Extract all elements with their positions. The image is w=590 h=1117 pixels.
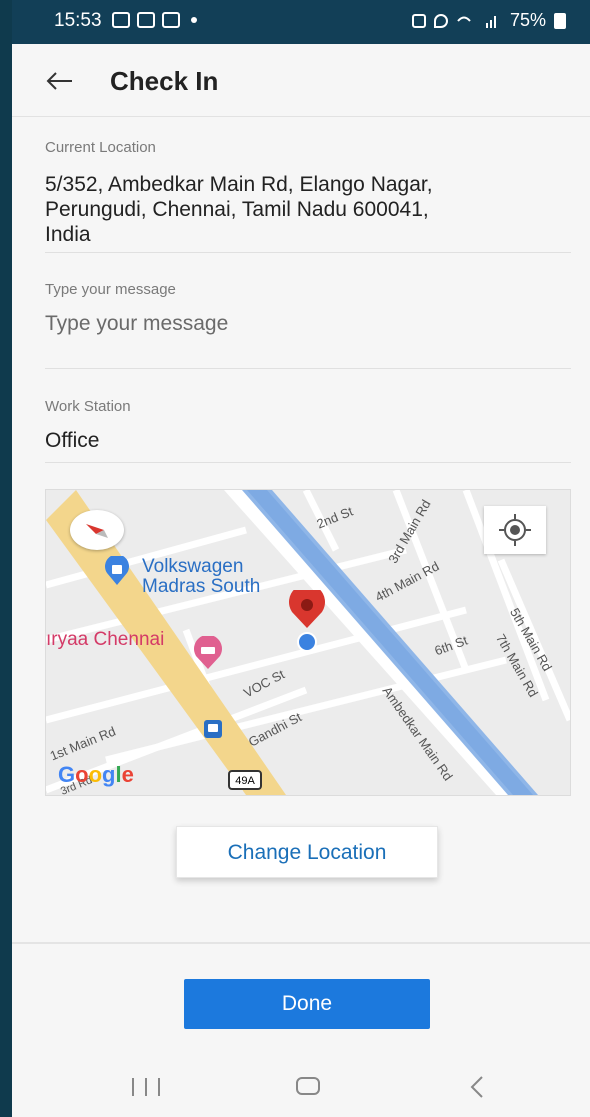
signal-icon [457, 15, 496, 28]
work-station-select[interactable]: Office [45, 428, 99, 453]
bus-stop-icon [204, 720, 222, 738]
app-notification-icon [162, 12, 180, 28]
shopping-bag-icon [105, 556, 129, 585]
poi-volkswagen-line2[interactable]: Madras South [142, 576, 260, 598]
compass-icon[interactable] [70, 510, 124, 550]
camera-icon [411, 13, 426, 28]
highway-shield: 49A [228, 770, 262, 790]
poi-hotel[interactable]: ıryaa Chennai [46, 629, 164, 651]
done-button[interactable]: Done [184, 979, 430, 1029]
system-nav-bar [12, 1052, 590, 1117]
message-input[interactable]: Type your message [45, 311, 228, 336]
notification-icons [112, 12, 197, 28]
recents-icon[interactable] [132, 1078, 160, 1096]
current-location-value: 5/352, Ambedkar Main Rd, Elango Nagar, P… [45, 172, 433, 247]
google-logo: Google [58, 762, 134, 787]
work-station-label: Work Station [45, 398, 131, 415]
message-label: Type your message [45, 281, 176, 298]
arrow-left-icon[interactable] [42, 64, 76, 98]
my-location-button[interactable] [484, 506, 546, 554]
status-indicators: 75% [411, 10, 566, 31]
status-bar: 15:53 75% [12, 0, 590, 44]
location-icon [433, 13, 448, 28]
location-marker-icon [289, 590, 325, 652]
more-notifications-icon [191, 17, 197, 23]
divider [12, 942, 590, 944]
app-bar: Check In [12, 44, 590, 117]
location-map[interactable]: 2nd St 3rd Main Rd 4th Main Rd 5th Main … [45, 489, 571, 796]
divider [45, 462, 571, 463]
divider [45, 368, 571, 369]
battery-icon [554, 12, 566, 29]
address-line-1: 5/352, Ambedkar Main Rd, Elango Nagar, [45, 173, 433, 196]
page-title: Check In [110, 66, 219, 96]
back-icon[interactable] [464, 1074, 490, 1100]
divider [45, 252, 571, 253]
address-line-3: India [45, 223, 91, 246]
crosshair-icon [499, 514, 531, 546]
status-time: 15:53 [54, 10, 102, 31]
battery-percent: 75% [509, 10, 546, 30]
address-line-2: Perungudi, Chennai, Tamil Nadu 600041, [45, 198, 429, 221]
message-notification-icon [137, 12, 155, 28]
gallery-notification-icon [112, 12, 130, 28]
poi-volkswagen[interactable]: Volkswagen [142, 556, 243, 578]
home-icon[interactable] [296, 1077, 320, 1095]
change-location-button[interactable]: Change Location [176, 826, 438, 878]
phone-screen: 15:53 75% Check In Current Location 5/35… [12, 0, 590, 1117]
current-location-label: Current Location [45, 139, 156, 156]
hotel-icon [194, 636, 222, 669]
